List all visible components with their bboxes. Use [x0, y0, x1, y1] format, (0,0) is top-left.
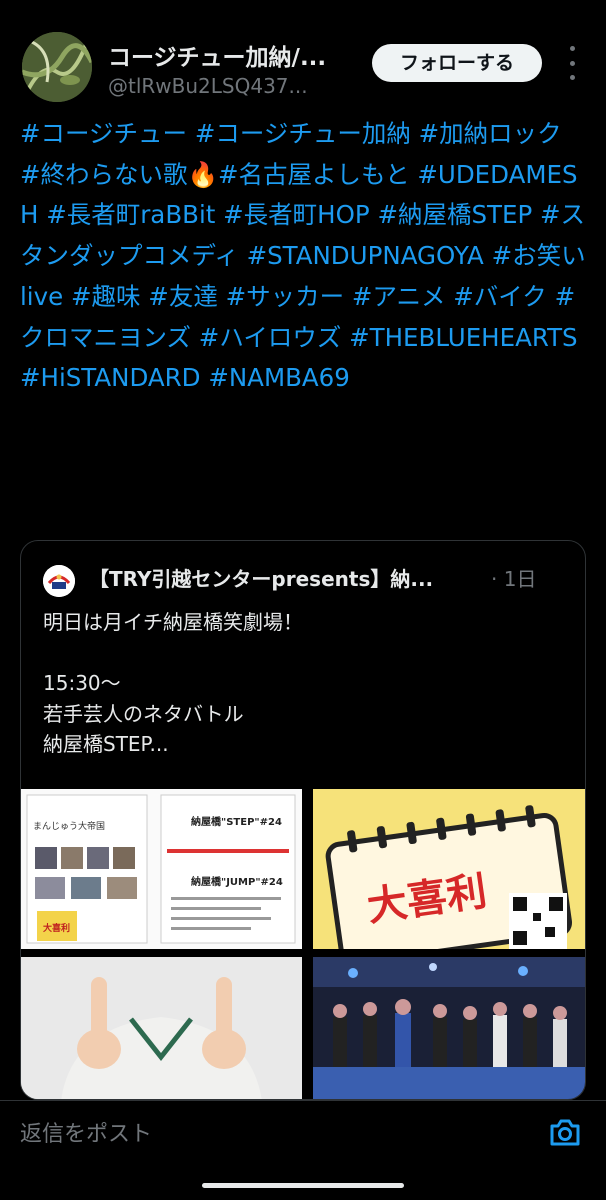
author-display-name[interactable]: コージチュー加納/...: [108, 38, 348, 72]
try-logo-icon: [43, 565, 75, 597]
reply-bar: [0, 1100, 606, 1166]
quoted-author-avatar[interactable]: [43, 565, 75, 597]
author-handle[interactable]: @tlRwBu2LSQ437...: [108, 74, 348, 98]
home-indicator[interactable]: [202, 1183, 404, 1188]
quoted-author-name[interactable]: 【TRY引越センターpresents】納...: [89, 563, 489, 592]
flyer-jump-title: 納屋橋"JUMP"#24: [191, 875, 283, 888]
media-image-stage-group[interactable]: [313, 957, 585, 1099]
avatar-photo: [22, 32, 92, 102]
quoted-post-card[interactable]: 【TRY引越センターpresents】納... · 1日 明日は月イチ納屋橋笑劇…: [20, 540, 586, 1100]
quoted-post-time: · 1日: [491, 567, 537, 591]
flyer-oogiri-badge: 大喜利: [43, 922, 70, 934]
camera-icon[interactable]: [548, 1115, 582, 1149]
quoted-post-text: 明日は月イチ納屋橋笑劇場！ 15:30〜 若手芸人のネタバトル 納屋橋STEP.…: [43, 610, 303, 756]
author-avatar[interactable]: [22, 32, 92, 102]
reply-input[interactable]: [20, 1117, 460, 1151]
tweet-body-hashtags[interactable]: #コージチュー #コージチュー加納 #加納ロック #終わらない歌🔥#名古屋よしも…: [20, 114, 586, 399]
flyer-step-title: 納屋橋"STEP"#24: [191, 815, 282, 828]
flyer-left-title: まんじゅう大帝国: [33, 820, 105, 832]
quoted-media-grid: まんじゅう大帝国 大喜利 納屋橋"STEP"#24 納屋橋"JUMP"#24 大…: [21, 789, 585, 1099]
follow-button[interactable]: フォローする: [372, 44, 542, 82]
media-image-person-gesture[interactable]: [21, 957, 302, 1099]
media-image-oogiri-poster[interactable]: 大喜利: [313, 789, 585, 949]
tweet-header: コージチュー加納/... @tlRwBu2LSQ437... フォローする: [0, 0, 606, 112]
vertical-ellipsis-icon[interactable]: [566, 46, 578, 80]
media-image-flyer[interactable]: まんじゅう大帝国 大喜利 納屋橋"STEP"#24 納屋橋"JUMP"#24: [21, 789, 302, 949]
